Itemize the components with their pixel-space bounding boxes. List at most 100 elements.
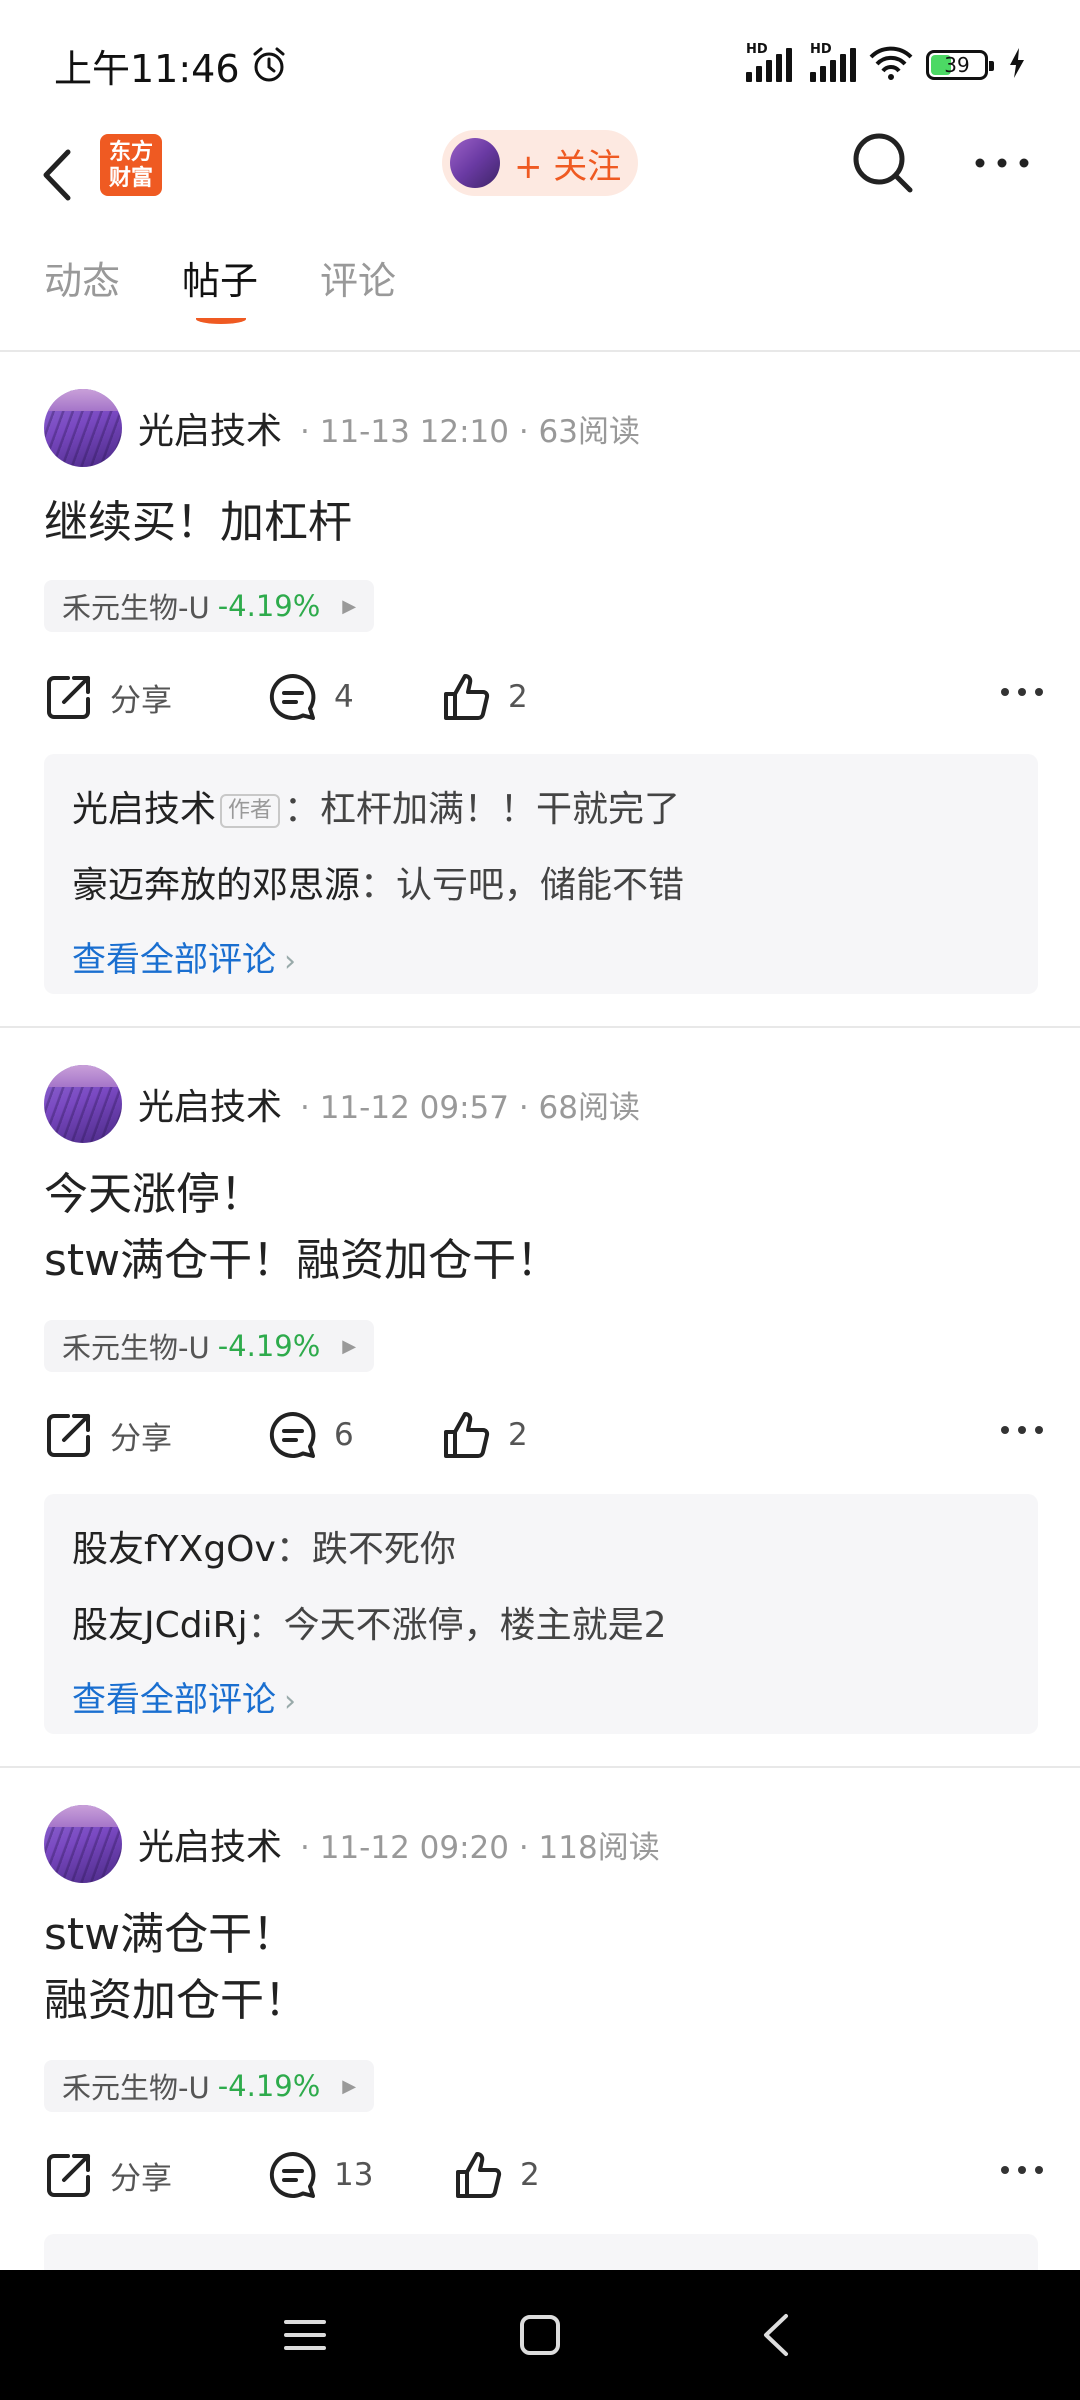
status-time-group: 上午11:46 — [54, 38, 288, 93]
share-label: 分享 — [110, 1420, 172, 1457]
comment-preview: 股友fYXgOv：跌不死你 股友JCdiRj：今天不涨停，楼主就是2 查看全部评… — [44, 1494, 1038, 1734]
comment-icon — [269, 1411, 316, 1458]
back-nav-icon[interactable] — [752, 2310, 802, 2360]
share-button[interactable]: 分享 — [44, 662, 172, 732]
thumbs-up-icon — [444, 674, 490, 720]
comment-count: 13 — [334, 2157, 374, 2193]
status-icons: HD HD 39 — [746, 42, 1026, 85]
tab-posts[interactable]: 帖子 — [182, 250, 258, 305]
share-label: 分享 — [110, 682, 172, 719]
post-header: 光启技术 · 11-13 12:10 · 63阅读 — [44, 388, 640, 468]
comment-preview: 光启技术 作者 ：杠杆加满！！干就完了 豪迈奔放的邓思源：认亏吧，储能不错 查看全部… — [44, 754, 1038, 994]
post-card[interactable]: 光启技术 · 11-12 09:57 · 68阅读 今天涨停！ stw满仓干！融… — [0, 1028, 1080, 1768]
comment-text: ：认亏吧，储能不错 — [360, 865, 685, 906]
stock-name: 禾元生物-U — [62, 2071, 210, 2105]
post-meta: · 11-12 09:57 · 68阅读 — [300, 1089, 641, 1126]
share-icon — [47, 676, 90, 719]
eastmoney-logo[interactable]: 东方 财富 — [100, 134, 162, 196]
like-count: 2 — [508, 679, 528, 715]
post-meta: · 11-13 12:10 · 63阅读 — [300, 413, 641, 450]
stock-change: -4.19% — [217, 1329, 321, 1363]
post-line: stw满仓干！ — [44, 1909, 297, 1960]
battery-level: 39 — [944, 53, 970, 77]
menu-icon[interactable] — [280, 2310, 330, 2360]
stock-change: -4.19% — [217, 2069, 321, 2103]
commenter-name[interactable]: 股友fYXgOv — [72, 1529, 276, 1570]
comment-item[interactable]: 股友fYXgOv：跌不死你 — [72, 1512, 1010, 1588]
post-card[interactable]: 光启技术 · 11-13 12:10 · 63阅读 继续买！加杠杆 禾元生物-U… — [0, 352, 1080, 1024]
comment-button[interactable]: 4 — [268, 662, 354, 732]
signal-2-icon: HD — [810, 42, 856, 82]
share-button[interactable]: 分享 — [44, 1400, 172, 1470]
view-all-comments-link[interactable]: 查看全部评论 › — [72, 924, 1010, 998]
system-nav-bar — [0, 2270, 1080, 2400]
follow-button[interactable]: + 关注 — [442, 130, 638, 196]
comment-text: ：杠杆加满！！干就完了 — [284, 789, 681, 830]
view-all-comments-link[interactable]: 查看全部评论 › — [72, 1664, 1010, 1738]
post-actions: 分享 13 2 — [44, 2140, 1044, 2210]
play-arrow-icon: ▶ — [342, 595, 357, 617]
play-arrow-icon: ▶ — [342, 2075, 357, 2097]
stock-tag[interactable]: 禾元生物-U -4.19% ▶ — [44, 2060, 375, 2112]
post-line: 继续买！加杠杆 — [44, 497, 352, 548]
app-screen: 上午11:46 HD HD 39 东方 财富 + 关注 动态 帖子 评论 光启技… — [0, 0, 1080, 2400]
follow-label: + 关注 — [514, 146, 622, 187]
post-content[interactable]: 今天涨停！ stw满仓干！融资加仓干！ — [44, 1162, 560, 1294]
comment-item[interactable]: 股友JCdiRj：今天不涨停，楼主就是2 — [72, 1588, 1010, 1664]
post-header: 光启技术 · 11-12 09:57 · 68阅读 — [44, 1064, 640, 1144]
post-card[interactable]: 光启技术 · 11-12 09:20 · 118阅读 stw满仓干！ 融资加仓干… — [0, 1768, 1080, 2294]
tab-dynamics[interactable]: 动态 — [44, 250, 120, 305]
post-content[interactable]: 继续买！加杠杆 — [44, 490, 352, 556]
comment-text: ：跌不死你 — [275, 1529, 456, 1570]
post-actions: 分享 6 2 — [44, 1400, 1044, 1470]
post-line: 融资加仓干！ — [44, 1975, 308, 2026]
stock-name: 禾元生物-U — [62, 1331, 210, 1365]
share-label: 分享 — [110, 2160, 172, 2197]
charging-icon — [1008, 47, 1026, 83]
commenter-name[interactable]: 光启技术 — [72, 789, 216, 830]
post-content[interactable]: stw满仓干！ 融资加仓干！ — [44, 1902, 308, 2034]
share-icon — [47, 1414, 90, 1457]
avatar[interactable] — [44, 1065, 122, 1143]
author-name[interactable]: 光启技术 — [138, 1078, 282, 1130]
like-button[interactable]: 2 — [442, 662, 528, 732]
stock-tag[interactable]: 禾元生物-U -4.19% ▶ — [44, 580, 375, 632]
share-button[interactable]: 分享 — [44, 2140, 172, 2210]
like-count: 2 — [508, 1417, 528, 1453]
comment-icon — [269, 673, 316, 720]
comment-item[interactable]: 光启技术 作者 ：杠杆加满！！干就完了 — [72, 772, 1010, 848]
tab-comments[interactable]: 评论 — [320, 250, 396, 305]
home-icon[interactable] — [515, 2310, 565, 2360]
post-line: 今天涨停！ — [44, 1169, 264, 1220]
like-button[interactable]: 2 — [454, 2140, 540, 2210]
author-name[interactable]: 光启技术 — [138, 1818, 282, 1870]
status-time: 上午11:46 — [54, 46, 240, 91]
comment-button[interactable]: 13 — [268, 2140, 373, 2210]
stock-name: 禾元生物-U — [62, 591, 210, 625]
comment-item[interactable]: 豪迈奔放的邓思源：认亏吧，储能不错 — [72, 848, 1010, 924]
comment-icon — [269, 2151, 316, 2198]
avatar[interactable] — [44, 389, 122, 467]
back-button[interactable] — [40, 140, 90, 210]
post-header: 光启技术 · 11-12 09:20 · 118阅读 — [44, 1804, 660, 1884]
avatar[interactable] — [44, 1805, 122, 1883]
view-all-label: 查看全部评论 — [72, 940, 276, 980]
wifi-icon — [868, 45, 914, 85]
share-icon — [47, 2154, 90, 2197]
post-more-icon[interactable] — [1000, 2160, 1044, 2184]
search-icon[interactable] — [850, 130, 916, 196]
like-button[interactable]: 2 — [442, 1400, 528, 1470]
stock-tag[interactable]: 禾元生物-U -4.19% ▶ — [44, 1320, 375, 1372]
commenter-name[interactable]: 股友JCdiRj — [72, 1605, 248, 1646]
post-meta: · 11-12 09:20 · 118阅读 — [300, 1829, 660, 1866]
more-options-icon[interactable] — [974, 150, 1030, 176]
thumbs-up-icon — [444, 1412, 490, 1458]
post-more-icon[interactable] — [1000, 682, 1044, 706]
comment-button[interactable]: 6 — [268, 1400, 354, 1470]
comment-text: ：今天不涨停，楼主就是2 — [247, 1605, 667, 1646]
author-name[interactable]: 光启技术 — [138, 402, 282, 454]
top-header: 东方 财富 + 关注 — [0, 130, 1080, 220]
post-more-icon[interactable] — [1000, 1420, 1044, 1444]
commenter-name[interactable]: 豪迈奔放的邓思源 — [72, 865, 360, 906]
battery-icon: 39 — [926, 50, 994, 80]
